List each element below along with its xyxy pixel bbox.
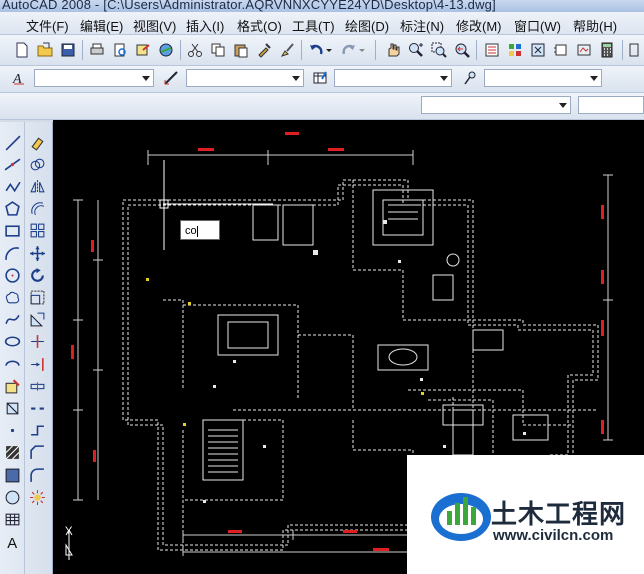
calculator-icon[interactable] (598, 41, 616, 59)
dim-style-select[interactable] (186, 69, 304, 87)
menu-window[interactable]: 窗口(W) (514, 16, 561, 35)
offset-icon[interactable] (27, 199, 47, 219)
region-icon[interactable] (2, 487, 22, 507)
zoom-window-icon[interactable] (430, 41, 448, 59)
chamfer-icon[interactable] (27, 443, 47, 463)
menu-view[interactable]: 视图(V) (133, 16, 176, 35)
menu-tools[interactable]: 工具(T) (292, 16, 335, 35)
watermark-title: 土木工程网 (491, 500, 627, 530)
mleader-style-icon[interactable] (461, 69, 479, 87)
new-icon[interactable] (13, 41, 31, 59)
break-icon[interactable] (27, 398, 47, 418)
explode-icon[interactable] (27, 487, 47, 507)
ellipse-icon[interactable] (2, 332, 22, 352)
point-icon[interactable] (2, 421, 22, 441)
3d-dwf-icon[interactable] (157, 41, 175, 59)
toolbar-overflow-icon[interactable] (627, 41, 641, 59)
circle-icon[interactable] (2, 265, 22, 285)
redo-icon[interactable] (340, 41, 358, 59)
layer-select[interactable] (421, 96, 571, 114)
make-block-icon[interactable] (2, 398, 22, 418)
copy-icon[interactable] (209, 41, 227, 59)
cut-icon[interactable] (186, 41, 204, 59)
ucs-y-label: Y (65, 525, 73, 537)
draw-modify-toolbars: A (0, 122, 53, 574)
gradient-icon[interactable] (2, 465, 22, 485)
text-style-select[interactable] (34, 69, 154, 87)
ellipse-arc-icon[interactable] (2, 354, 22, 374)
scale-icon[interactable] (27, 287, 47, 307)
properties-icon[interactable] (483, 41, 501, 59)
undo-icon[interactable] (307, 41, 325, 59)
zoom-realtime-icon[interactable] (407, 41, 425, 59)
menu-help[interactable]: 帮助(H) (573, 16, 617, 35)
paste-icon[interactable] (232, 41, 250, 59)
standard-toolbar (0, 35, 644, 66)
menu-draw[interactable]: 绘图(D) (345, 16, 389, 35)
title-bar: AutoCAD 2008 - [C:\Users\Administrator.A… (0, 0, 644, 12)
table-icon[interactable] (2, 509, 22, 529)
sheet-set-icon[interactable] (552, 41, 570, 59)
menu-format[interactable]: 格式(O) (237, 16, 282, 35)
join-icon[interactable] (27, 421, 47, 441)
menu-bar: 文件(F) 编辑(E) 视图(V) 插入(I) 格式(O) 工具(T) 绘图(D… (0, 12, 644, 35)
array-icon[interactable] (27, 221, 47, 241)
publish-icon[interactable] (134, 41, 152, 59)
plot-preview-icon[interactable] (111, 41, 129, 59)
watermark-logo (431, 493, 491, 541)
mleader-style-select[interactable] (484, 69, 602, 87)
pan-icon[interactable] (384, 41, 402, 59)
arc-icon[interactable] (2, 243, 22, 263)
spline-icon[interactable] (2, 310, 22, 330)
multiline-text-icon[interactable]: A (2, 532, 22, 552)
construction-line-icon[interactable] (2, 154, 22, 174)
copy-object-icon[interactable] (27, 154, 47, 174)
redo-dropdown-icon[interactable] (357, 41, 367, 59)
watermark-url: www.civilcn.com (493, 527, 614, 544)
markup-icon[interactable] (575, 41, 593, 59)
break-at-point-icon[interactable] (27, 376, 47, 396)
menu-edit[interactable]: 编辑(E) (80, 16, 123, 35)
svg-text:A: A (7, 536, 17, 550)
stretch-icon[interactable] (27, 310, 47, 330)
fillet-icon[interactable] (27, 465, 47, 485)
menu-modify[interactable]: 修改(M) (456, 16, 502, 35)
text-style-icon[interactable]: A (10, 69, 28, 87)
layers-toolbar (0, 93, 644, 120)
design-center-icon[interactable] (506, 41, 524, 59)
menu-dimension[interactable]: 标注(N) (400, 16, 444, 35)
insert-block-icon[interactable] (2, 376, 22, 396)
mirror-icon[interactable] (27, 176, 47, 196)
line-icon[interactable] (2, 132, 22, 152)
rectangle-icon[interactable] (2, 221, 22, 241)
dim-style-icon[interactable] (162, 69, 180, 87)
styles-toolbar: A (0, 66, 644, 93)
table-style-icon[interactable] (311, 69, 329, 87)
zoom-previous-icon[interactable] (453, 41, 471, 59)
menu-insert[interactable]: 插入(I) (186, 16, 224, 35)
polyline-icon[interactable] (2, 176, 22, 196)
open-icon[interactable] (36, 41, 54, 59)
dynamic-command-input[interactable]: co (180, 220, 220, 240)
print-icon[interactable] (88, 41, 106, 59)
undo-dropdown-icon[interactable] (324, 41, 334, 59)
table-style-select[interactable] (334, 69, 452, 87)
save-icon[interactable] (59, 41, 77, 59)
color-select[interactable] (578, 96, 644, 114)
polygon-icon[interactable] (2, 199, 22, 219)
trim-icon[interactable] (27, 332, 47, 352)
extend-icon[interactable] (27, 354, 47, 374)
brush-icon[interactable] (278, 41, 296, 59)
tool-palettes-icon[interactable] (529, 41, 547, 59)
rotate-icon[interactable] (27, 265, 47, 285)
window-title: AutoCAD 2008 - [C:\Users\Administrator.A… (2, 0, 496, 12)
move-icon[interactable] (27, 243, 47, 263)
menu-file[interactable]: 文件(F) (26, 16, 69, 35)
revision-cloud-icon[interactable] (2, 287, 22, 307)
match-properties-icon[interactable] (255, 41, 273, 59)
hatch-icon[interactable] (2, 443, 22, 463)
erase-icon[interactable] (27, 132, 47, 152)
